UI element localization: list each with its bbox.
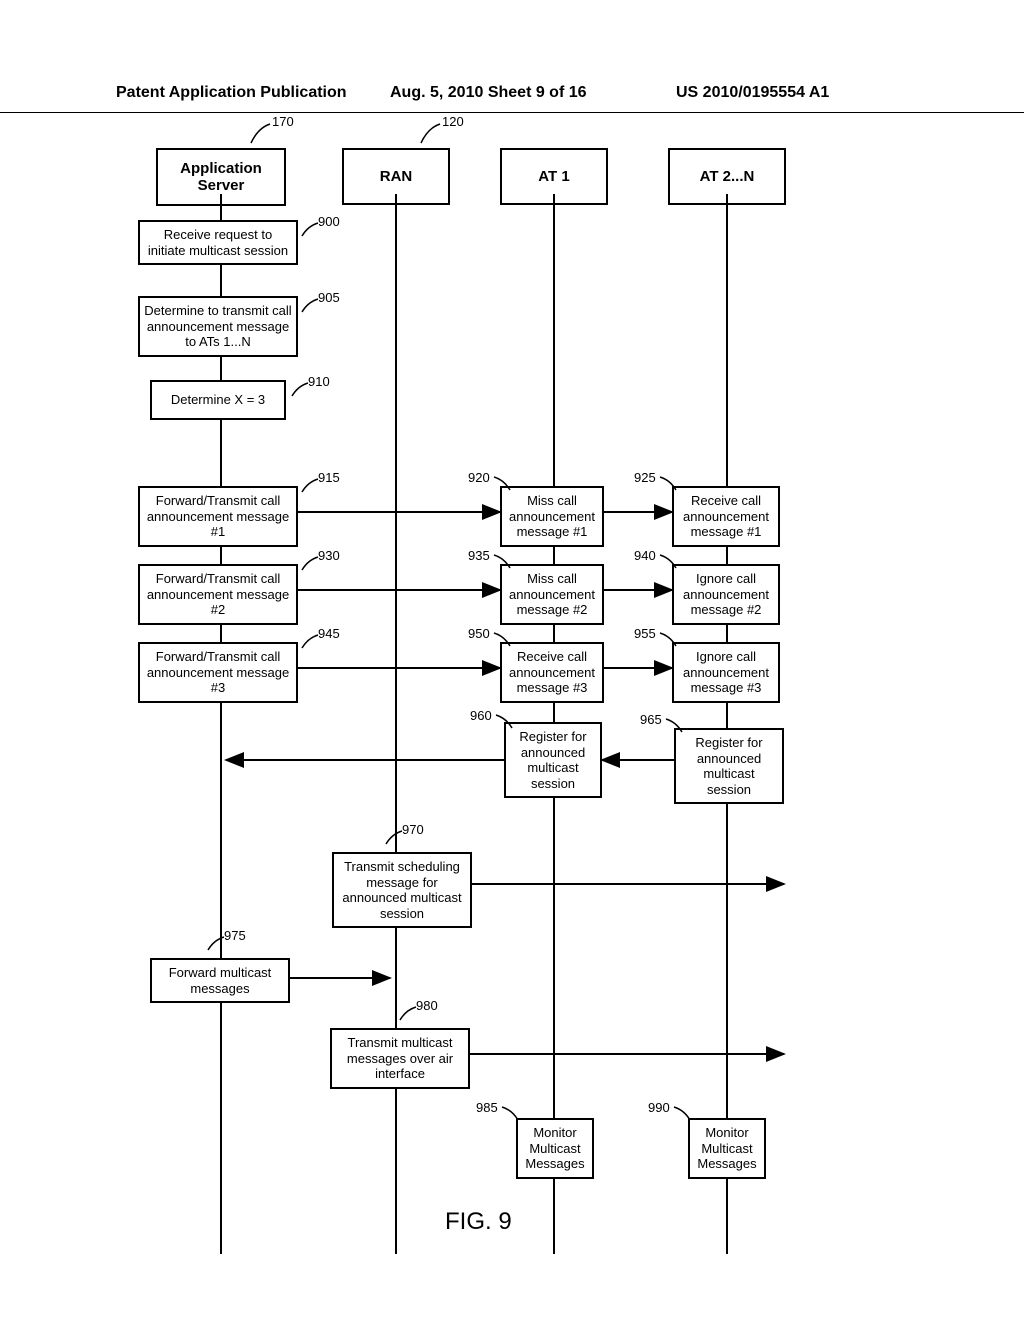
box-945-text: Forward/Transmit call announcement messa…	[147, 649, 289, 695]
ref-980-text: 980	[416, 998, 438, 1013]
box-935-text: Miss call announcement message #2	[509, 571, 595, 617]
box-975: Forward multicast messages	[150, 958, 290, 1003]
box-970-text: Transmit scheduling message for announce…	[342, 859, 461, 921]
header-center: Aug. 5, 2010 Sheet 9 of 16	[390, 84, 630, 102]
box-905: Determine to transmit call announcement …	[138, 296, 298, 357]
ref-905-text: 905	[318, 290, 340, 305]
sequence-diagram: Application Server RAN AT 1 AT 2...N 170…	[120, 148, 880, 1268]
box-920: Miss call announcement message #1	[500, 486, 604, 547]
ref-985-text: 985	[476, 1100, 498, 1115]
box-950-text: Receive call announcement message #3	[509, 649, 595, 695]
leader-icon	[500, 1104, 530, 1124]
box-935: Miss call announcement message #2	[500, 564, 604, 625]
ref-915: 915	[300, 476, 330, 499]
leader-icon	[672, 1104, 702, 1124]
header-left: Patent Application Publication	[116, 84, 347, 102]
ref-970-text: 970	[402, 822, 424, 837]
box-960-text: Register for announced multicast session	[519, 729, 586, 791]
header-divider	[0, 112, 1024, 113]
ref-120-text: 120	[442, 114, 464, 129]
ref-965-text: 965	[640, 712, 662, 727]
box-905-text: Determine to transmit call announcement …	[144, 303, 291, 349]
box-980: Transmit multicast messages over air int…	[330, 1028, 470, 1089]
ref-170-text: 170	[272, 114, 294, 129]
box-965-text: Register for announced multicast session	[695, 735, 762, 797]
ref-990-text: 990	[648, 1100, 670, 1115]
box-940-text: Ignore call announcement message #2	[683, 571, 769, 617]
leader-icon	[492, 552, 522, 572]
ref-910: 910	[290, 380, 320, 403]
box-930: Forward/Transmit call announcement messa…	[138, 564, 298, 625]
leader-icon	[664, 716, 694, 736]
ref-945: 945	[300, 632, 330, 655]
ref-980: 980	[398, 1004, 428, 1027]
lifeline-at2n	[726, 194, 728, 1254]
lane-ran-label: RAN	[380, 168, 413, 185]
leader-icon	[658, 552, 688, 572]
ref-900: 900	[300, 220, 330, 243]
box-930-text: Forward/Transmit call announcement messa…	[147, 571, 289, 617]
ref-915-text: 915	[318, 470, 340, 485]
box-985: Monitor Multicast Messages	[516, 1118, 594, 1179]
ref-945-text: 945	[318, 626, 340, 641]
lane-at1-label: AT 1	[538, 168, 569, 185]
box-920-text: Miss call announcement message #1	[509, 493, 595, 539]
ref-910-text: 910	[308, 374, 330, 389]
box-960: Register for announced multicast session	[504, 722, 602, 798]
box-955-text: Ignore call announcement message #3	[683, 649, 769, 695]
leader-icon	[658, 474, 688, 494]
ref-960-text: 960	[470, 708, 492, 723]
figure-caption: FIG. 9	[445, 1208, 512, 1236]
box-985-text: Monitor Multicast Messages	[525, 1125, 584, 1171]
ref-935-text: 935	[468, 548, 490, 563]
box-925-text: Receive call announcement message #1	[683, 493, 769, 539]
ref-975-text: 975	[224, 928, 246, 943]
box-900: Receive request to initiate multicast se…	[138, 220, 298, 265]
box-990: Monitor Multicast Messages	[688, 1118, 766, 1179]
box-965: Register for announced multicast session	[674, 728, 784, 804]
leader-icon	[492, 474, 522, 494]
leader-icon	[492, 630, 522, 650]
leader-icon	[658, 630, 688, 650]
lane-at2n-label: AT 2...N	[700, 168, 755, 185]
box-975-text: Forward multicast messages	[169, 965, 272, 996]
box-950: Receive call announcement message #3	[500, 642, 604, 703]
box-955: Ignore call announcement message #3	[672, 642, 780, 703]
box-910: Determine X = 3	[150, 380, 286, 420]
lifeline-ran	[395, 194, 397, 1254]
box-970: Transmit scheduling message for announce…	[332, 852, 472, 928]
ref-930: 930	[300, 554, 330, 577]
box-940: Ignore call announcement message #2	[672, 564, 780, 625]
leader-icon	[494, 712, 524, 732]
box-925: Receive call announcement message #1	[672, 486, 780, 547]
box-915: Forward/Transmit call announcement messa…	[138, 486, 298, 547]
box-990-text: Monitor Multicast Messages	[697, 1125, 756, 1171]
box-910-text: Determine X = 3	[171, 392, 265, 407]
lane-app-server-label: Application Server	[180, 160, 262, 194]
ref-925-text: 925	[634, 470, 656, 485]
ref-930-text: 930	[318, 548, 340, 563]
ref-970: 970	[384, 828, 414, 851]
ref-900-text: 900	[318, 214, 340, 229]
ref-905: 905	[300, 296, 330, 319]
box-945: Forward/Transmit call announcement messa…	[138, 642, 298, 703]
ref-920-text: 920	[468, 470, 490, 485]
ref-120: 120	[416, 118, 452, 149]
ref-955-text: 955	[634, 626, 656, 641]
ref-975: 975	[206, 934, 236, 957]
box-915-text: Forward/Transmit call announcement messa…	[147, 493, 289, 539]
ref-170: 170	[246, 118, 282, 149]
header-right: US 2010/0195554 A1	[676, 84, 829, 102]
ref-940-text: 940	[634, 548, 656, 563]
box-900-text: Receive request to initiate multicast se…	[148, 227, 288, 258]
box-980-text: Transmit multicast messages over air int…	[347, 1035, 453, 1081]
ref-950-text: 950	[468, 626, 490, 641]
